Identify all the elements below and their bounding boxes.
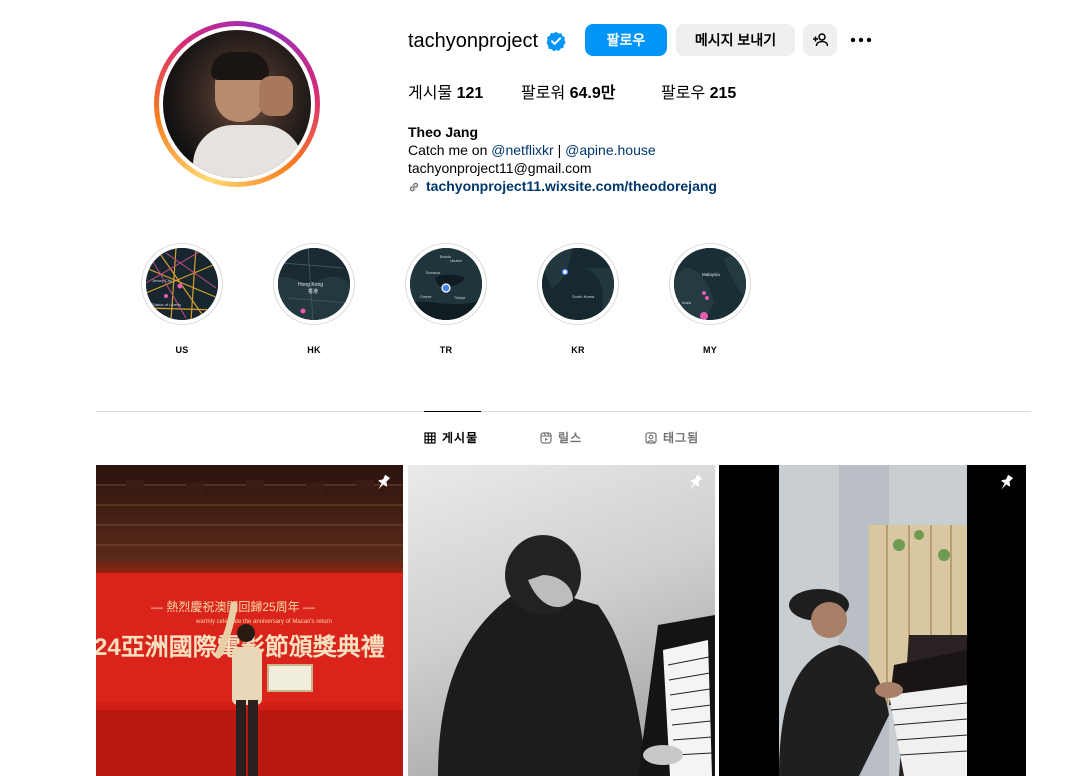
mention-apine-house[interactable]: @apine.house [565,142,656,158]
followers-count: 64.9만 [569,85,616,102]
posts-count: 121 [456,85,484,102]
banner-sub-text: warmly celebrate the anniversary of Maca… [195,619,332,625]
follow-button[interactable]: 팔로우 [585,24,667,56]
followers-label: 팔로워 [521,85,566,102]
avatar-hand-shape [259,76,293,116]
highlight-map-thumbnail: Hong Kong 香港 [278,248,350,320]
highlight-ring: Bosnia Ukraine Romania Greece Türkiye [405,243,487,325]
highlight-map-thumbnail: South Korea [542,248,614,320]
highlight-label: TR [439,345,453,355]
avatar-shirt-shape [193,125,303,178]
avatar-photo [163,30,311,178]
verified-badge-icon [546,31,566,51]
highlight-us[interactable]: Jersey City Statue of Liberty US [140,243,224,356]
highlight-map-thumbnail: Malaysia Kuala [674,248,746,320]
posts-count-stat: 게시물 121 [408,84,483,104]
suggest-people-button[interactable] [803,24,837,56]
post-image [438,535,715,776]
avatar-hair-shape [211,52,269,80]
pinned-post-icon [378,474,391,490]
post-image [779,465,968,776]
bio-prefix: Catch me on [408,142,492,158]
grid-icon [424,432,436,444]
hk-map-label-zh: 香港 [308,288,318,295]
highlight-label: HK [307,345,321,355]
tr-map-label-romania: Romania [426,271,440,275]
tr-map-label-greece: Greece [420,295,432,299]
add-person-icon [813,33,828,47]
my-map-label-kuala: Kuala [682,301,691,305]
tab-label: 릴스 [558,431,583,445]
bio-website-link[interactable]: tachyonproject11.wixsite.com/theodorejan… [408,177,717,195]
us-map-label-jersey: Jersey City [152,278,172,283]
tagged-icon [645,432,657,444]
tab-label: 태그됨 [663,431,700,445]
post-thumbnail-piano-bw[interactable] [408,465,715,776]
highlight-ring: Malaysia Kuala [669,243,751,325]
post-image: — 熱烈慶祝澳門回歸25周年 — warmly celebrate the an… [96,480,403,776]
website-url: tachyonproject11.wixsite.com/theodorejan… [426,178,717,194]
bio-description: Catch me on @netflixkr | @apine.house [408,141,656,159]
tab-reels[interactable]: 릴스 [540,430,582,446]
my-map-label-malaysia: Malaysia [702,272,720,277]
post-thumbnail-piano-room[interactable] [719,465,1026,776]
profile-username: tachyonproject [408,30,539,52]
profile-avatar[interactable] [154,21,320,187]
tr-map-label-turkiye: Türkiye [454,296,466,300]
highlight-label: US [175,345,189,355]
tabs-divider [96,411,1031,412]
bio-full-name: Theo Jang [408,124,479,140]
active-tab-indicator [424,411,481,412]
bio-email: tachyonproject11@gmail.com [408,160,592,176]
highlight-label: MY [702,345,718,355]
pinned-post-icon [690,474,703,490]
kr-map-label: South Korea [572,294,595,299]
pinned-post-icon [1001,474,1014,490]
posts-label: 게시물 [408,85,453,102]
mention-netflixkr[interactable]: @netflixkr [491,142,553,158]
following-count: 215 [709,85,737,102]
highlight-ring: Jersey City Statue of Liberty [141,243,223,325]
highlight-tr[interactable]: Bosnia Ukraine Romania Greece Türkiye TR [404,243,488,356]
post-thumbnail-awards[interactable]: — 熱烈慶祝澳門回歸25周年 — warmly celebrate the an… [96,465,403,776]
avatar-ring-gap [159,26,315,182]
highlight-map-thumbnail: Bosnia Ukraine Romania Greece Türkiye [410,248,482,320]
reels-icon [540,432,552,444]
tab-label: 게시물 [442,431,479,445]
tr-map-label-ukraine: Ukraine [450,259,462,263]
link-icon [409,182,419,192]
message-button[interactable]: 메시지 보내기 [676,24,795,56]
highlight-hk[interactable]: Hong Kong 香港 HK [272,243,356,356]
highlight-ring: Hong Kong 香港 [273,243,355,325]
hk-map-label-en: Hong Kong [298,282,323,288]
bio-separator: | [553,142,566,158]
tab-posts[interactable]: 게시물 [424,430,478,446]
highlight-my[interactable]: Malaysia Kuala MY [668,243,752,356]
highlight-label: KR [571,345,585,355]
more-options-icon[interactable] [849,30,873,50]
us-map-label-liberty: Statue of Liberty [152,302,181,307]
highlight-map-thumbnail: Jersey City Statue of Liberty [146,248,218,320]
highlight-kr[interactable]: South Korea KR [536,243,620,356]
following-stat[interactable]: 팔로우 215 [661,84,736,104]
tab-tagged[interactable]: 태그됨 [645,430,699,446]
following-label: 팔로우 [661,85,706,102]
highlight-ring: South Korea [537,243,619,325]
followers-stat[interactable]: 팔로워 64.9만 [521,84,616,104]
